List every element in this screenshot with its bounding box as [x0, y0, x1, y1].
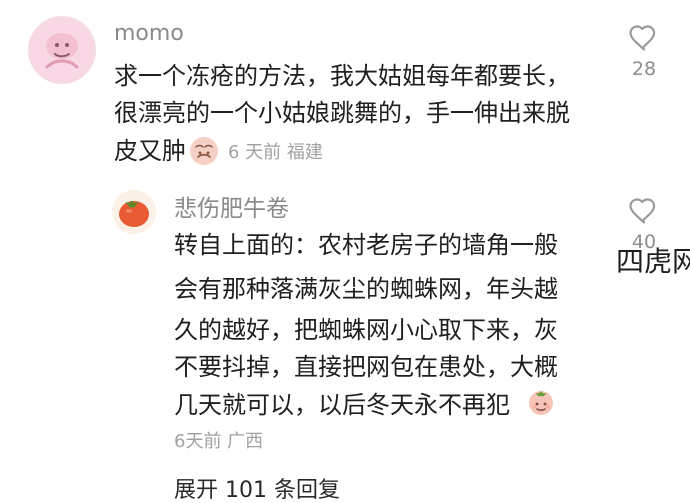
reply-text-line-1: 转自上面的：农村老房子的墙角一般 — [174, 231, 558, 259]
avatar[interactable] — [28, 16, 96, 84]
avatar-icon — [29, 17, 95, 83]
reply-text-line-3: 久的越好，把蜘蛛网小心取下来，灰 — [174, 316, 558, 344]
heart-icon — [629, 198, 656, 224]
reply-text-line-4: 不要抖掉，直接把网包在患处，大概 — [174, 353, 558, 381]
like-count: 28 — [631, 58, 657, 80]
watermark: 四虎网 — [616, 245, 690, 278]
reply-username[interactable]: 悲伤肥牛卷 — [174, 198, 289, 221]
tomato-avatar-icon — [112, 190, 156, 234]
reply-text-line-2: 会有那种落满灰尘的蜘蛛网，年头越 — [174, 275, 558, 303]
comment-username[interactable]: momo — [114, 23, 184, 45]
avatar[interactable] — [112, 190, 156, 234]
comment-text-line-2: 很漂亮的一个小姑娘跳舞的，手一伸出来脱 — [114, 99, 570, 127]
like-button[interactable]: 40 — [626, 197, 662, 252]
comment-text-line-1: 求一个冻疮的方法，我大姑姐每年都要长， — [114, 62, 570, 90]
peach-face-emoji-icon — [526, 387, 556, 417]
heart-icon — [629, 25, 656, 51]
expand-replies-button[interactable]: 展开 101 条回复 — [174, 480, 340, 502]
like-button[interactable]: 28 — [626, 24, 662, 79]
comment-text-line-3: 皮又肿 — [114, 137, 186, 165]
reply-text-line-5: 几天就可以，以后冬天永不再犯 — [174, 391, 510, 419]
sad-face-emoji-icon — [188, 135, 220, 167]
comment-meta: 6 天前 福建 — [228, 142, 323, 163]
reply-meta: 6天前 广西 — [174, 431, 264, 452]
